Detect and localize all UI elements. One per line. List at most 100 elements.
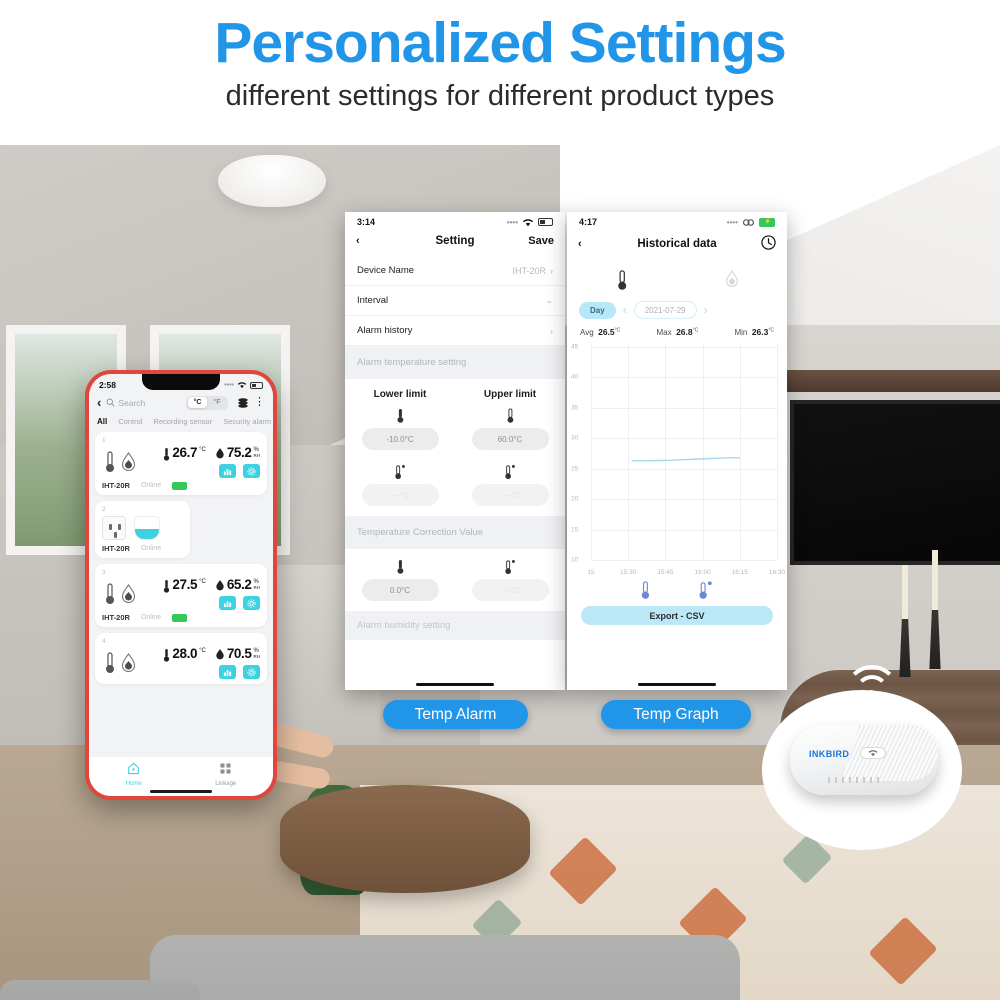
period-controls: Day ‹ 2021-07-29 ›: [567, 295, 787, 322]
humidity-icon: [121, 652, 136, 672]
device-battery-icon: [172, 613, 188, 622]
humidity-unit: % RH: [253, 447, 261, 459]
temp-correction-secondary-input[interactable]: -—°C: [471, 579, 549, 601]
humidity-value: 65.2: [226, 577, 252, 592]
nav-linkage[interactable]: Linkage: [215, 762, 236, 787]
chart-icon[interactable]: [219, 464, 236, 478]
socket-icon: [102, 516, 126, 540]
device-card[interactable]: 3 27.5 °C 65.2 % RH IHT-20R Online: [95, 564, 267, 627]
metric-tab-humidity[interactable]: [677, 269, 787, 291]
metric-tab-temperature[interactable]: [567, 269, 677, 291]
row-device-name[interactable]: Device Name IHT-20R ›: [345, 256, 565, 286]
linkage-icon: [220, 763, 231, 774]
device-card[interactable]: 1 26.7 °C 75.2 % RH IHT-20R Online: [95, 432, 267, 495]
temperature-line-chart: 45 40 35 30 25 20 15 10 15 15:30 15:45 16:00 16:15 16…: [569, 343, 785, 578]
limit-headers: Lower limit Upper limit: [345, 379, 565, 404]
armchair: [0, 980, 200, 1000]
settings-icon[interactable]: [243, 464, 260, 478]
row-label: Device Name: [357, 265, 415, 276]
unit-toggle[interactable]: °C °F: [186, 395, 228, 410]
tab-control[interactable]: Control: [118, 417, 142, 426]
save-button[interactable]: Save: [524, 235, 554, 247]
thermometer-icon: [396, 559, 405, 574]
next-date-button[interactable]: ›: [704, 303, 708, 317]
tab-security-alarm[interactable]: Security alarm: [223, 417, 271, 426]
temp-alarm-callout[interactable]: Temp Alarm: [383, 700, 528, 729]
device-list-screen: 2:58 •••• ‹ Search °C °F ⋮ All Control R: [89, 374, 273, 796]
chart-series-temperature: [631, 457, 740, 462]
prev-date-button[interactable]: ‹: [623, 303, 627, 317]
home-indicator: [416, 682, 494, 686]
section-alarm-humidity: Alarm humidity setting: [345, 611, 565, 640]
humidity-readout: 75.2 % RH: [215, 445, 260, 460]
signal-icon: ••••: [726, 217, 738, 227]
device-card[interactable]: 2 IHT-20R Online: [95, 501, 190, 558]
coffee-table: [280, 785, 530, 893]
search-input[interactable]: Search: [106, 398, 181, 408]
unit-fahrenheit[interactable]: °F: [207, 397, 226, 408]
humidity-unit: % RH: [253, 648, 261, 660]
temp-correction-input[interactable]: 0.0°C: [361, 579, 439, 601]
candle-1: [902, 565, 908, 619]
period-day-button[interactable]: Day: [579, 301, 616, 319]
device-card[interactable]: 4 28.0 °C 70.5 % RH: [95, 633, 267, 684]
tab-all[interactable]: All: [97, 417, 107, 426]
humidity-value: 75.2: [226, 445, 252, 460]
layers-icon[interactable]: [237, 397, 249, 409]
status-time: 2:58: [99, 380, 117, 390]
phone-chart-screen: 4:17 •••• ⚡ ‹ Historical data Day ‹ 2021…: [567, 212, 787, 690]
settings-icon[interactable]: [243, 596, 260, 610]
row-alarm-history[interactable]: Alarm history ›: [345, 316, 565, 346]
device-index: 2: [102, 506, 106, 513]
metric-tabs: [567, 262, 787, 295]
device-status: Online: [140, 545, 162, 552]
thermometer-icon: [641, 581, 650, 599]
lower-temp-limit-secondary-input[interactable]: -—°C: [361, 484, 439, 506]
device-type-icons: [102, 581, 137, 607]
chart-title: Historical data: [637, 238, 717, 250]
thermometer-small-icon: [164, 579, 170, 593]
export-csv-button[interactable]: Export - CSV: [581, 606, 773, 625]
device-grill-texture: [842, 725, 938, 781]
device-status: Online: [140, 482, 162, 489]
link-icon: [742, 218, 755, 226]
thermometer-alert-icon: [504, 559, 517, 574]
phone-setting-screen: 3:14 •••• ‹ Setting Save Device Name IHT…: [345, 212, 565, 690]
back-icon[interactable]: ‹: [97, 395, 101, 410]
date-selector[interactable]: 2021-07-29: [633, 301, 697, 319]
nav-home[interactable]: Home: [126, 762, 142, 787]
upper-temp-limit-input[interactable]: 60.0°C: [471, 428, 549, 450]
thermometer-alert-icon: [699, 581, 712, 599]
page-subtitle: different settings for different product…: [225, 79, 775, 112]
temperature-readout: 26.7 °C: [163, 445, 206, 462]
chart-icon[interactable]: [219, 665, 236, 679]
row-label: Alarm history: [357, 325, 413, 336]
temperature-unit: °C: [199, 579, 206, 585]
thermometer-alert-high-icon: [504, 464, 517, 479]
upper-temp-limit-secondary-input[interactable]: -—°C: [471, 484, 549, 506]
thermometer-icon: [106, 582, 114, 604]
row-label: Interval: [357, 295, 389, 306]
temperature-value: 28.0: [172, 646, 198, 661]
tab-recording-sensor[interactable]: Recording sensor: [153, 417, 212, 426]
section-temperature-correction: Temperature Correction Value: [345, 516, 565, 549]
thermometer-icon: [106, 450, 114, 472]
settings-icon[interactable]: [243, 665, 260, 679]
clock-icon[interactable]: [746, 235, 776, 253]
unit-celsius[interactable]: °C: [187, 397, 208, 408]
chevron-down-icon: ⌄: [545, 295, 553, 305]
back-icon[interactable]: ‹: [356, 235, 386, 247]
device-name: IHT-20R: [102, 481, 130, 490]
stat-min: Min 26.3°C: [734, 327, 774, 337]
row-interval[interactable]: Interval ⌄: [345, 286, 565, 316]
lower-limit-label: Lower limit: [373, 389, 427, 400]
more-vertical-icon[interactable]: ⋮: [254, 397, 265, 407]
humidity-small-icon: [216, 448, 224, 459]
thermometer-small-icon: [164, 648, 170, 662]
summary-stats: Avg 26.5°C Max 26.8°C Min 26.3°C: [567, 322, 787, 341]
lower-temp-limit-input[interactable]: -10.0°C: [361, 428, 439, 450]
chart-icon[interactable]: [219, 596, 236, 610]
temp-graph-callout[interactable]: Temp Graph: [601, 700, 751, 729]
humidity-readout: 70.5 % RH: [215, 646, 260, 661]
back-icon[interactable]: ‹: [578, 238, 608, 250]
